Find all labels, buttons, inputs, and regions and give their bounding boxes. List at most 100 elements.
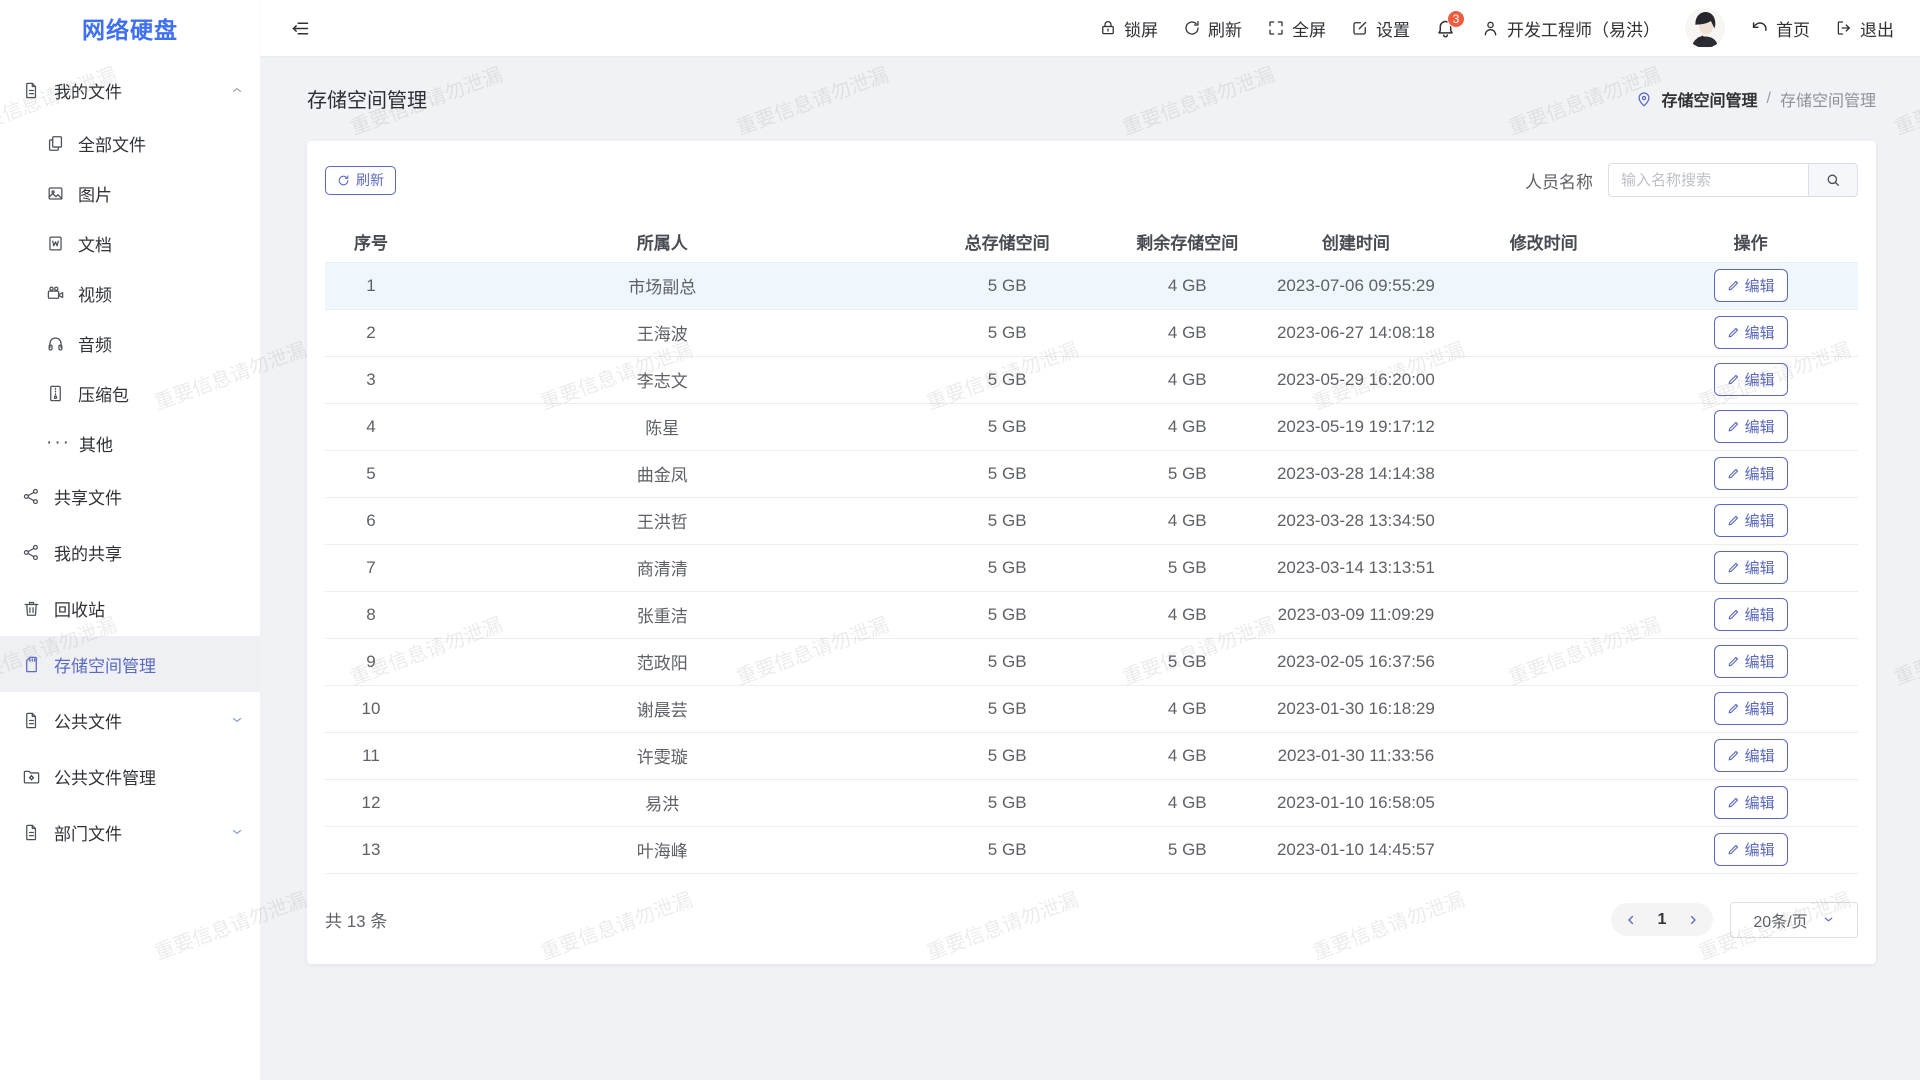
fullscreen-label: 全屏 [1292,16,1326,41]
cell-total-space: 5 GB [908,591,1107,638]
refresh-label: 刷新 [1208,16,1242,41]
cell-free-space: 4 GB [1107,685,1268,732]
edit-button-label: 编辑 [1745,463,1775,484]
cell-owner: 易洪 [417,779,908,826]
edit-button[interactable]: 编辑 [1714,269,1788,302]
avatar[interactable] [1685,8,1725,48]
cell-total-space: 5 GB [908,309,1107,356]
sidebar-item-archives[interactable]: 压缩包 [0,368,260,418]
sidebar-item-storage-management[interactable]: 存储空间管理 [0,636,260,692]
sidebar-item-audio[interactable]: 音频 [0,318,260,368]
edit-button[interactable]: 编辑 [1714,645,1788,678]
notification-badge: 3 [1447,10,1465,28]
cell-created-time: 2023-05-29 16:20:00 [1268,356,1444,403]
next-page-button[interactable] [1679,906,1707,934]
cell-modified-time [1444,544,1643,591]
notifications-button[interactable]: 3 [1435,18,1456,39]
user-menu[interactable]: 开发工程师（易洪） [1481,16,1660,41]
cell-free-space: 4 GB [1107,262,1268,309]
sidebar-item-images[interactable]: 图片 [0,168,260,218]
sidebar-item-my-shares[interactable]: 我的共享 [0,524,260,580]
pencil-icon [1727,373,1740,386]
table-row: 8 张重洁 5 GB 4 GB 2023-03-09 11:09:29 编辑 [325,591,1858,638]
edit-button[interactable]: 编辑 [1714,363,1788,396]
table-row: 12 易洪 5 GB 4 GB 2023-01-10 16:58:05 编辑 [325,779,1858,826]
search-group: 人员名称 [1525,163,1858,197]
edit-button-label: 编辑 [1745,557,1775,578]
edit-button-label: 编辑 [1745,651,1775,672]
chevron-down-icon [230,825,244,839]
edit-button-label: 编辑 [1745,839,1775,860]
sidebar-item-videos[interactable]: 视频 [0,268,260,318]
collapse-sidebar-button[interactable] [290,18,311,39]
sidebar-item-my-files[interactable]: 我的文件 [0,62,260,118]
table-row: 6 王洪哲 5 GB 4 GB 2023-03-28 13:34:50 编辑 [325,497,1858,544]
search-input[interactable] [1608,163,1808,197]
table-body: 1 市场副总 5 GB 4 GB 2023-07-06 09:55:29 编辑 [325,262,1858,873]
cell-owner: 商清清 [417,544,908,591]
cell-actions: 编辑 [1643,779,1858,826]
sidebar-item-label: 共享文件 [54,484,122,509]
pencil-icon [1727,702,1740,715]
edit-button[interactable]: 编辑 [1714,833,1788,866]
search-icon [1825,172,1841,188]
cell-actions: 编辑 [1643,450,1858,497]
edit-button[interactable]: 编辑 [1714,316,1788,349]
cell-total-space: 5 GB [908,497,1107,544]
home-button[interactable]: 首页 [1750,16,1810,41]
search-button[interactable] [1808,163,1858,197]
sidebar-item-label: 我的共享 [54,540,122,565]
edit-button-label: 编辑 [1745,322,1775,343]
current-page-number[interactable]: 1 [1649,911,1675,929]
cell-index: 4 [325,403,417,450]
cell-total-space: 5 GB [908,403,1107,450]
edit-button[interactable]: 编辑 [1714,598,1788,631]
cell-actions: 编辑 [1643,685,1858,732]
prev-page-button[interactable] [1617,906,1645,934]
cell-index: 1 [325,262,417,309]
sidebar-nav: 我的文件 全部文件 图片 文档 视频 音频 [0,56,260,860]
cell-index: 6 [325,497,417,544]
breadcrumb-item-first[interactable]: 存储空间管理 [1662,87,1758,111]
column-header-modified-time: 修改时间 [1444,221,1643,262]
sidebar-item-others[interactable]: ··· 其他 [0,418,260,468]
cell-owner: 叶海峰 [417,826,908,873]
user-icon [1481,19,1500,38]
edit-button[interactable]: 编辑 [1714,692,1788,725]
sidebar-item-public-files-management[interactable]: 公共文件管理 [0,748,260,804]
lock-screen-button[interactable]: 锁屏 [1099,16,1158,41]
edit-button[interactable]: 编辑 [1714,457,1788,490]
edit-square-icon [1351,19,1369,37]
topbar-actions: 锁屏 刷新 全屏 设置 3 开发工程师（易洪） [1099,8,1894,48]
table-header-row: 序号 所属人 总存储空间 剩余存储空间 创建时间 修改时间 操作 [325,221,1858,262]
edit-button[interactable]: 编辑 [1714,786,1788,819]
sidebar-item-department-files[interactable]: 部门文件 [0,804,260,860]
fullscreen-button[interactable]: 全屏 [1267,16,1326,41]
cell-owner: 张重洁 [417,591,908,638]
sidebar-item-all-files[interactable]: 全部文件 [0,118,260,168]
refresh-icon [1183,19,1201,37]
edit-button[interactable]: 编辑 [1714,739,1788,772]
sidebar-item-public-files[interactable]: 公共文件 [0,692,260,748]
table-refresh-button[interactable]: 刷新 [325,166,396,195]
page-size-select[interactable]: 20条/页 [1730,902,1858,938]
edit-button-label: 编辑 [1745,604,1775,625]
edit-button[interactable]: 编辑 [1714,504,1788,537]
cell-owner: 许雯璇 [417,732,908,779]
edit-button[interactable]: 编辑 [1714,410,1788,443]
settings-button[interactable]: 设置 [1351,16,1410,41]
edit-button[interactable]: 编辑 [1714,551,1788,584]
cell-created-time: 2023-02-05 16:37:56 [1268,638,1444,685]
cell-index: 11 [325,732,417,779]
column-header-actions: 操作 [1643,221,1858,262]
sidebar-item-shared-files[interactable]: 共享文件 [0,468,260,524]
copy-files-icon [46,134,65,153]
sidebar-item-documents[interactable]: 文档 [0,218,260,268]
share-icon [22,543,41,562]
edit-button-label: 编辑 [1745,698,1775,719]
refresh-page-button[interactable]: 刷新 [1183,16,1242,41]
logout-button[interactable]: 退出 [1835,16,1894,41]
cell-index: 7 [325,544,417,591]
pencil-icon [1727,514,1740,527]
sidebar-item-recycle-bin[interactable]: 回收站 [0,580,260,636]
